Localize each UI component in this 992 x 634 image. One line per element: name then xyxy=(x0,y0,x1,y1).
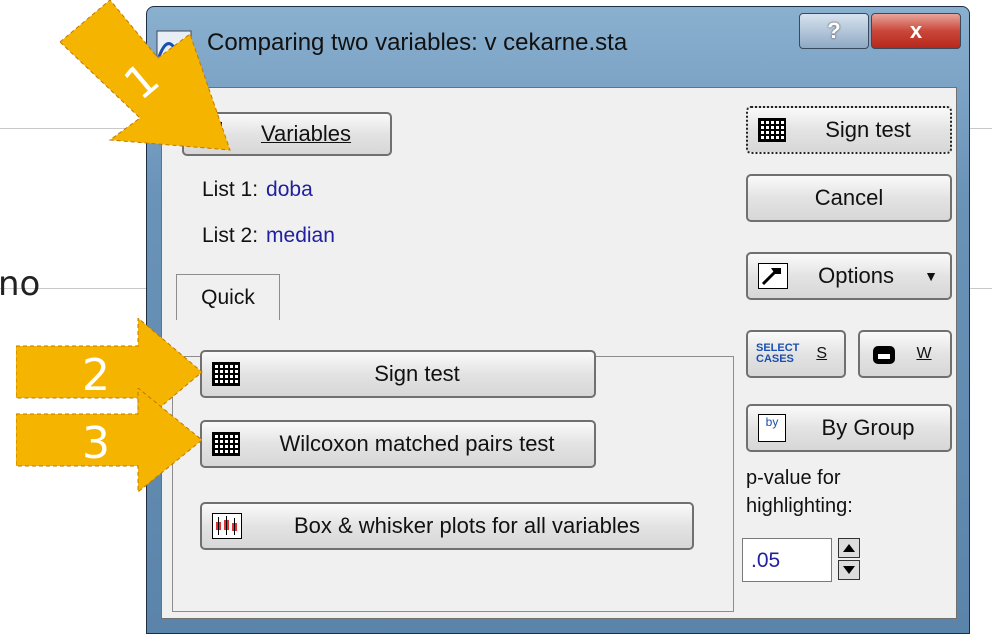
table-icon xyxy=(212,432,240,456)
table-icon xyxy=(758,118,786,142)
annotation-arrow-3 xyxy=(16,388,203,494)
p-value-label: p-value for highlighting: xyxy=(746,467,853,517)
close-button[interactable]: x xyxy=(871,13,961,49)
window-title: Comparing two variables: v cekarne.sta xyxy=(207,29,628,56)
weight-shortcut: W xyxy=(916,345,932,362)
title-bar: Comparing two variables: v cekarne.sta ?… xyxy=(147,7,969,87)
chevron-down-icon: ▼ xyxy=(924,268,938,284)
sign-test-quick-label: Sign test xyxy=(374,361,460,386)
table-icon xyxy=(212,362,240,386)
cancel-label: Cancel xyxy=(814,185,884,210)
wilcoxon-button[interactable]: Wilcoxon matched pairs test xyxy=(200,420,596,468)
box-whisker-button[interactable]: Box & whisker plots for all variables xyxy=(200,502,694,550)
select-cases-icon: SELECT CASES xyxy=(756,342,800,365)
list1-label: List 1: xyxy=(202,178,259,201)
box-whisker-icon xyxy=(212,513,242,539)
list2-value: median xyxy=(266,224,335,247)
dialog-client-area: Variables List 1: doba List 2: median Quic… xyxy=(161,87,957,619)
select-cases-button[interactable]: SELECT CASES S xyxy=(746,330,846,378)
cancel-button[interactable]: Cancel xyxy=(746,174,952,222)
tab-quick[interactable]: Quick xyxy=(176,274,280,320)
list2-label: List 2: xyxy=(202,224,259,247)
by-group-button[interactable]: by By Group xyxy=(746,404,952,452)
weight-icon xyxy=(873,346,895,364)
options-label: Options xyxy=(818,263,894,288)
p-value-spinner[interactable] xyxy=(838,538,862,582)
annotation-number-3: 3 xyxy=(82,418,110,469)
options-hammer-icon xyxy=(758,263,788,289)
p-value-input[interactable]: .05 xyxy=(742,538,832,582)
by-group-icon: by xyxy=(758,414,786,442)
select-cases-shortcut: S xyxy=(816,345,828,362)
by-group-label: By Group xyxy=(821,415,915,440)
weight-button[interactable]: W xyxy=(858,330,952,378)
sign-test-label: Sign test xyxy=(825,117,911,142)
spin-down-icon[interactable] xyxy=(838,560,860,580)
options-button[interactable]: Options ▼ xyxy=(746,252,952,300)
wilcoxon-label: Wilcoxon matched pairs test xyxy=(279,431,555,456)
sign-test-quick-button[interactable]: Sign test xyxy=(200,350,596,398)
spin-up-icon[interactable] xyxy=(838,538,860,558)
box-whisker-label: Box & whisker plots for all variables xyxy=(293,513,641,538)
list2: List 2: median xyxy=(202,224,335,248)
list1: List 1: doba xyxy=(202,178,313,202)
help-button[interactable]: ? xyxy=(799,13,869,49)
variables-label: Variables xyxy=(260,121,352,146)
background-partial-text: no xyxy=(0,264,41,304)
sign-test-button[interactable]: Sign test xyxy=(746,106,952,154)
dialog-window: Comparing two variables: v cekarne.sta ?… xyxy=(146,6,970,634)
list1-value: doba xyxy=(266,178,313,201)
